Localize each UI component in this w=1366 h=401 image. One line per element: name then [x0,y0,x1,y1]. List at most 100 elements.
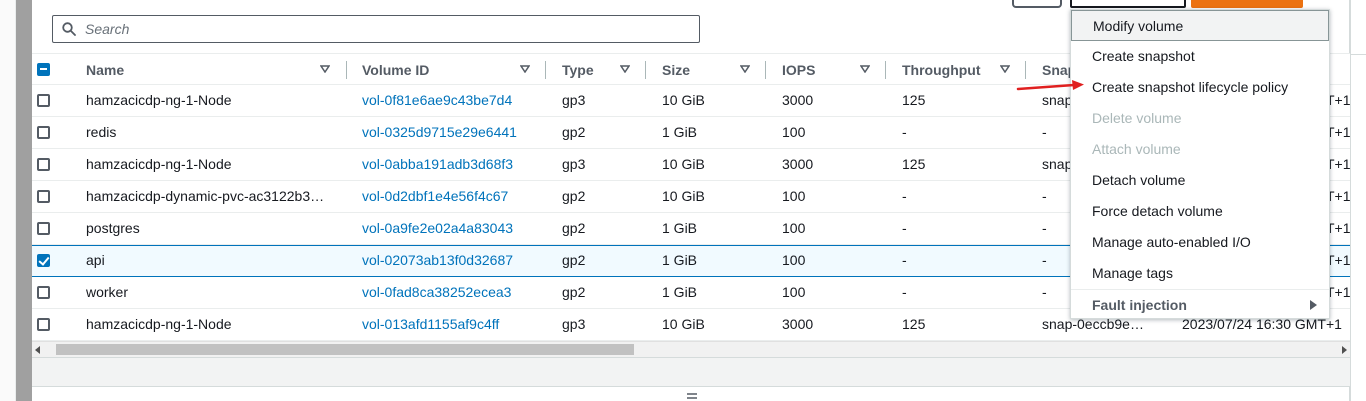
select-all-cell[interactable] [32,54,72,85]
cell-throughput: - [902,188,907,204]
column-separator[interactable] [885,61,886,79]
cell-volume-id-link[interactable]: vol-0d2dbf1e4e56f4c67 [362,181,546,212]
menu-item-force-detach-volume[interactable]: Force detach volume [1071,196,1329,227]
cell-name: api [86,252,105,268]
cell-name: hamzacicdp-ng-1-Node [86,156,232,172]
row-checkbox[interactable] [37,190,50,203]
cell-iops: 100 [782,284,806,300]
column-header-iops[interactable]: IOPS [782,54,886,85]
resize-handle-icon[interactable] [686,392,698,400]
left-gutter [0,0,16,401]
column-separator[interactable] [645,61,646,79]
column-separator[interactable] [545,61,546,79]
cell-volume-id-link[interactable]: vol-013afd1155af9c4ff [362,309,546,340]
actions-dropdown-button[interactable] [1070,0,1186,8]
column-label-throughput: Throughput [902,61,981,78]
cell-iops: 3000 [782,92,814,108]
cell-name: hamzacicdp-dynamic-pvc-ac3122b3… [86,188,325,204]
column-header-volume-id[interactable]: Volume ID [362,54,546,85]
table-footer [32,357,1350,387]
search-box[interactable] [52,15,700,43]
cell-type: gp3 [562,156,586,172]
sort-caret-icon[interactable] [520,65,530,73]
cell-size: 10 GiB [662,156,705,172]
menu-item-modify-volume[interactable]: Modify volume [1071,10,1329,41]
cell-iops: 100 [782,220,806,236]
column-label-type: Type [562,61,594,78]
cell-volume-id-link[interactable]: vol-0fad8ca38252ecea3 [362,277,546,308]
cell-name: hamzacicdp-ng-1-Node [86,316,232,332]
cell-volume-id-link[interactable]: vol-0325d9715e29e6441 [362,117,546,148]
cell-size: 1 GiB [662,124,698,140]
cell-iops: 3000 [782,316,814,332]
sort-caret-icon[interactable] [860,65,870,73]
search-icon [62,22,76,36]
cell-throughput: - [902,124,907,140]
cell-throughput: - [902,284,907,300]
cell-throughput: - [902,252,907,268]
cell-type: gp3 [562,316,586,332]
menu-item-attach-volume: Attach volume [1092,141,1181,157]
right-gutter [1350,0,1366,401]
menu-item-manage-auto-enabled-io[interactable]: Manage auto-enabled I/O [1071,227,1329,258]
cell-throughput: 125 [902,316,926,332]
cell-size: 10 GiB [662,92,705,108]
cell-volume-id-link[interactable]: vol-0abba191adb3d68f3 [362,149,546,180]
menu-item-create-snapshot[interactable]: Create snapshot [1071,41,1329,72]
scroll-right-icon[interactable] [1342,346,1347,354]
cell-volume-id-link[interactable]: vol-02073ab13f0d32687 [362,245,546,276]
divider [1351,54,1366,55]
search-input[interactable] [85,19,685,39]
sort-caret-icon[interactable] [740,65,750,73]
cell-size: 1 GiB [662,284,698,300]
menu-item-fault-injection-label: Fault injection [1092,297,1187,313]
menu-item-detach-volume[interactable]: Detach volume [1071,165,1329,196]
cell-iops: 100 [782,252,806,268]
row-checkbox[interactable] [37,94,50,107]
cell-type: gp2 [562,284,586,300]
cell-throughput: 125 [902,92,926,108]
cell-volume-id-link[interactable]: vol-0f81e6ae9c43be7d4 [362,85,546,116]
row-checkbox[interactable] [37,126,50,139]
row-checkbox[interactable] [37,158,50,171]
column-label-iops: IOPS [782,61,816,78]
column-separator[interactable] [1025,61,1026,79]
column-header-size[interactable]: Size [662,54,766,85]
cell-size: 1 GiB [662,220,698,236]
scroll-left-icon[interactable] [35,346,40,354]
cell-throughput: 125 [902,156,926,172]
row-checkbox-checked[interactable] [37,254,50,267]
cell-size: 1 GiB [662,252,698,268]
column-separator[interactable] [765,61,766,79]
cell-type: gp2 [562,124,586,140]
refresh-button[interactable] [1012,0,1062,8]
left-scroll-track [16,0,32,401]
cell-volume-id-link[interactable]: vol-0a9fe2e02a4a83043 [362,213,546,244]
cell-type: gp2 [562,220,586,236]
column-separator[interactable] [346,61,347,79]
cell-name: redis [86,124,117,140]
column-header-name[interactable]: Name [86,54,347,85]
row-checkbox[interactable] [37,318,50,331]
row-checkbox[interactable] [37,222,50,235]
create-volume-button[interactable] [1191,0,1303,8]
cell-iops: 100 [782,124,806,140]
horizontal-scrollbar[interactable] [32,341,1350,357]
sort-caret-icon[interactable] [620,65,630,73]
menu-item-create-snapshot-lifecycle-policy[interactable]: Create snapshot lifecycle policy [1071,72,1329,103]
column-header-type[interactable]: Type [562,54,646,85]
row-checkbox[interactable] [37,286,50,299]
submenu-caret-icon [1310,300,1317,310]
select-all-checkbox[interactable] [37,63,50,76]
annotation-arrow-icon [1016,80,1084,91]
menu-item-delete-volume: Delete volume [1092,110,1182,126]
scrollbar-thumb[interactable] [56,344,634,355]
sort-caret-icon[interactable] [320,65,330,73]
column-header-throughput[interactable]: Throughput [902,54,1026,85]
cell-size: 10 GiB [662,316,705,332]
cell-name: worker [86,284,129,300]
menu-item-fault-injection[interactable]: Fault injection [1071,289,1329,320]
sort-caret-icon[interactable] [1000,65,1010,73]
menu-item-manage-tags[interactable]: Manage tags [1071,258,1329,289]
cell-name: postgres [86,220,140,236]
